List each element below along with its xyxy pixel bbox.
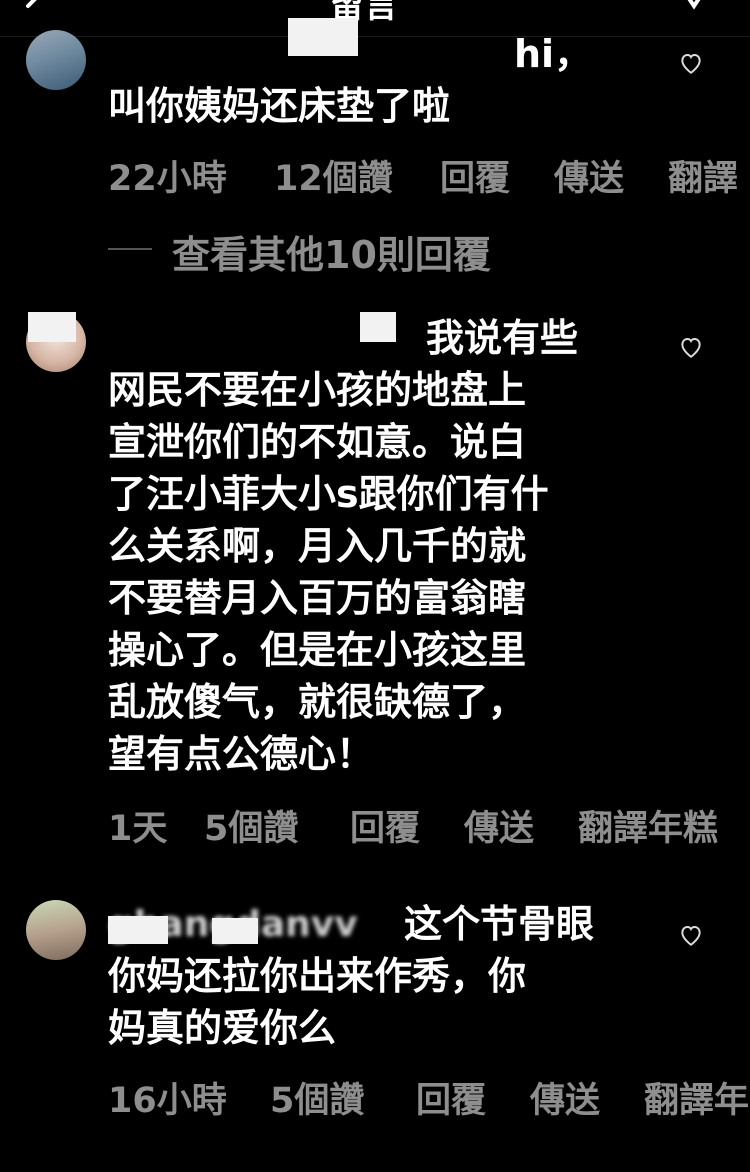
- comment-time: 1天: [108, 809, 168, 849]
- avatar[interactable]: [26, 30, 86, 90]
- view-more-replies[interactable]: 查看其他10則回覆: [172, 224, 491, 279]
- send-button[interactable]: 傳送: [464, 800, 534, 851]
- redacted-username: [360, 312, 396, 342]
- comment-text-line: 望有点公德心！: [108, 732, 375, 776]
- comment-text-line: 么关系啊，月入几千的就: [108, 524, 527, 568]
- comment-text-line: 这个节骨眼: [404, 902, 595, 946]
- heart-icon[interactable]: [678, 334, 704, 360]
- comment-text-line: 你妈还拉你出来作秀，你: [108, 954, 527, 998]
- reply-button[interactable]: 回覆: [416, 1072, 486, 1123]
- comment-time: 16小時: [108, 1081, 227, 1121]
- translate-button[interactable]: 翻譯: [668, 150, 738, 201]
- back-chevron-icon[interactable]: [14, 0, 44, 22]
- comment-text-line: 网民不要在小孩的地盘上: [108, 368, 527, 412]
- reply-button[interactable]: 回覆: [350, 800, 420, 851]
- send-button[interactable]: 傳送: [530, 1072, 600, 1123]
- comment-text-line: 了汪小菲大小s跟你们有什: [108, 472, 549, 516]
- redacted-username: [288, 18, 358, 56]
- comment-text-line: 我说有些: [426, 316, 579, 360]
- redacted-username: [108, 916, 168, 944]
- comment-time: 22小時: [108, 159, 227, 199]
- redacted-username: [28, 312, 76, 342]
- header-divider: [0, 36, 750, 37]
- heart-icon[interactable]: [678, 50, 704, 76]
- comment-text-line: 操心了。但是在小孩这里: [108, 628, 527, 672]
- send-button[interactable]: 傳送: [554, 150, 624, 201]
- translate-button[interactable]: 翻譯年: [644, 1072, 749, 1123]
- avatar[interactable]: [26, 900, 86, 960]
- like-count[interactable]: 5個讚: [204, 800, 298, 851]
- like-count[interactable]: 5個讚: [270, 1072, 364, 1123]
- comment-text-line: hi，: [514, 32, 593, 76]
- heart-icon[interactable]: [678, 922, 704, 948]
- comment-text-line: 妈真的爱你么: [108, 1006, 337, 1050]
- like-count[interactable]: 12個讚: [274, 150, 393, 201]
- view-replies-line: [108, 248, 152, 250]
- translate-button[interactable]: 翻譯年糕: [578, 800, 718, 851]
- send-icon[interactable]: [680, 0, 720, 20]
- comment-text-line: 宣泄你们的不如意。说白: [108, 420, 527, 464]
- comment-text-line: 叫你姨妈还床垫了啦: [108, 84, 451, 128]
- comment-text-line: 乱放傻气，就很缺德了，: [108, 680, 527, 724]
- comment-text-line: 不要替月入百万的富翁瞎: [108, 576, 527, 620]
- reply-button[interactable]: 回覆: [440, 150, 510, 201]
- redacted-username: [212, 918, 258, 944]
